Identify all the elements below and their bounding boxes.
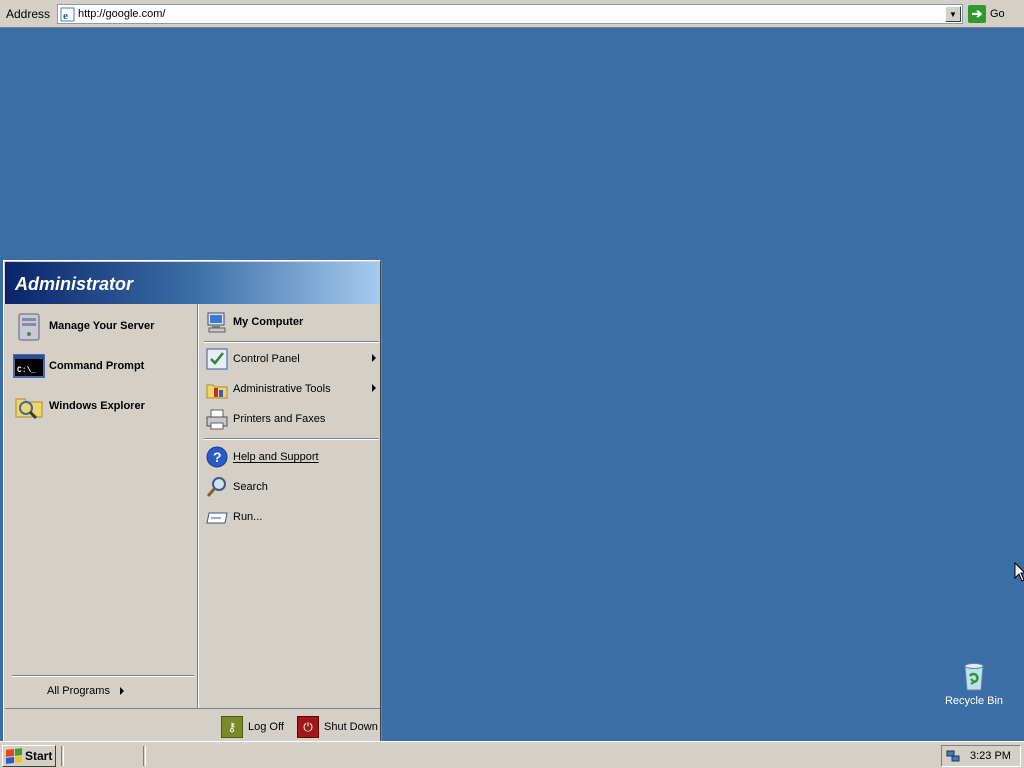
address-url: http://google.com/ bbox=[78, 8, 166, 20]
command-prompt-icon: C:\_ bbox=[13, 350, 45, 382]
start-menu-header: Administrator bbox=[5, 262, 380, 304]
menu-item-run[interactable]: Run... bbox=[205, 503, 380, 531]
go-label: Go bbox=[990, 8, 1005, 20]
svg-text:e: e bbox=[63, 10, 68, 22]
menu-item-search[interactable]: Search bbox=[205, 473, 380, 501]
address-toolbar: Address e http://google.com/ ▼ ➔ Go bbox=[0, 0, 1024, 28]
address-label: Address bbox=[6, 7, 51, 21]
start-button[interactable]: Start bbox=[2, 745, 56, 767]
submenu-arrow-icon bbox=[372, 354, 376, 362]
start-menu-footer: ⚷ Log Off ⏻ Shut Down bbox=[5, 708, 380, 742]
administrative-tools-icon bbox=[205, 377, 229, 401]
printer-icon bbox=[205, 407, 229, 431]
power-icon: ⏻ bbox=[297, 716, 319, 738]
recycle-bin-icon bbox=[964, 663, 984, 691]
shut-down-label: Shut Down bbox=[324, 721, 378, 733]
go-arrow-icon: ➔ bbox=[968, 5, 986, 23]
windows-logo-icon bbox=[6, 748, 22, 764]
user-name: Administrator bbox=[15, 274, 134, 294]
all-programs-label: All Programs bbox=[47, 685, 110, 697]
menu-item-label: Control Panel bbox=[233, 353, 300, 365]
clock[interactable]: 3:23 PM bbox=[970, 750, 1011, 762]
system-tray: 3:23 PM bbox=[941, 745, 1021, 767]
menu-item-administrative-tools[interactable]: Administrative Tools bbox=[205, 375, 380, 403]
menu-item-command-prompt[interactable]: C:\_ Command Prompt bbox=[13, 348, 144, 384]
menu-item-label: Command Prompt bbox=[49, 360, 145, 372]
menu-item-label: Windows Explorer bbox=[49, 400, 145, 412]
start-menu-places-panel: My Computer Control Panel Administrative… bbox=[199, 304, 380, 708]
help-icon: ? bbox=[205, 445, 229, 469]
menu-item-label: My Computer bbox=[233, 316, 304, 328]
all-programs-separator bbox=[12, 675, 194, 677]
address-input[interactable]: e http://google.com/ ▼ bbox=[57, 4, 963, 24]
recycle-bin-desktop-icon[interactable]: Recycle Bin bbox=[942, 660, 1006, 707]
menu-item-label: Help and Support bbox=[233, 451, 319, 463]
menu-item-label: Manage Your Server bbox=[49, 320, 155, 332]
network-icon[interactable] bbox=[946, 749, 960, 763]
ie-page-icon: e bbox=[60, 7, 75, 22]
menu-item-label: Administrative Tools bbox=[233, 383, 331, 395]
submenu-arrow-icon bbox=[372, 384, 376, 392]
menu-separator bbox=[204, 341, 379, 343]
menu-item-my-computer[interactable]: My Computer bbox=[205, 306, 380, 338]
start-menu: Administrator Manage Your Server C:\_ Co… bbox=[3, 260, 381, 743]
svg-text:C:\_: C:\_ bbox=[17, 366, 36, 375]
recycle-bin-label: Recycle Bin bbox=[944, 695, 1004, 707]
log-off-label: Log Off bbox=[248, 721, 284, 733]
control-panel-icon bbox=[205, 347, 229, 371]
menu-item-windows-explorer[interactable]: Windows Explorer bbox=[13, 388, 145, 424]
windows-explorer-icon bbox=[13, 390, 45, 422]
manage-server-icon bbox=[13, 310, 45, 342]
search-icon bbox=[205, 475, 229, 499]
submenu-arrow-icon bbox=[119, 687, 124, 695]
menu-item-manage-your-server[interactable]: Manage Your Server bbox=[13, 308, 154, 344]
shut-down-button[interactable]: ⏻ Shut Down bbox=[297, 715, 378, 739]
svg-text:?: ? bbox=[213, 449, 222, 465]
taskbar: Start 3:23 PM bbox=[0, 741, 1024, 768]
menu-item-help-and-support[interactable]: ? Help and Support bbox=[205, 443, 380, 471]
start-label: Start bbox=[25, 749, 53, 763]
log-off-button[interactable]: ⚷ Log Off bbox=[221, 715, 284, 739]
start-menu-pinned-panel: Manage Your Server C:\_ Command Prompt W… bbox=[5, 304, 197, 708]
address-dropdown-button[interactable]: ▼ bbox=[945, 6, 961, 22]
menu-item-label: Search bbox=[233, 481, 268, 493]
taskbar-grip[interactable] bbox=[143, 746, 146, 766]
mouse-cursor-icon bbox=[1014, 562, 1024, 582]
menu-item-label: Run... bbox=[233, 511, 263, 523]
menu-item-printers-and-faxes[interactable]: Printers and Faxes bbox=[205, 405, 380, 433]
menu-item-control-panel[interactable]: Control Panel bbox=[205, 345, 380, 373]
taskbar-grip[interactable] bbox=[61, 746, 64, 766]
menu-item-label: Printers and Faxes bbox=[233, 413, 326, 425]
all-programs-button[interactable]: All Programs bbox=[47, 685, 124, 697]
menu-separator bbox=[204, 438, 379, 440]
run-icon bbox=[205, 505, 229, 529]
key-icon: ⚷ bbox=[221, 716, 243, 738]
go-button[interactable]: ➔ Go bbox=[968, 4, 1020, 24]
my-computer-icon bbox=[205, 310, 229, 334]
